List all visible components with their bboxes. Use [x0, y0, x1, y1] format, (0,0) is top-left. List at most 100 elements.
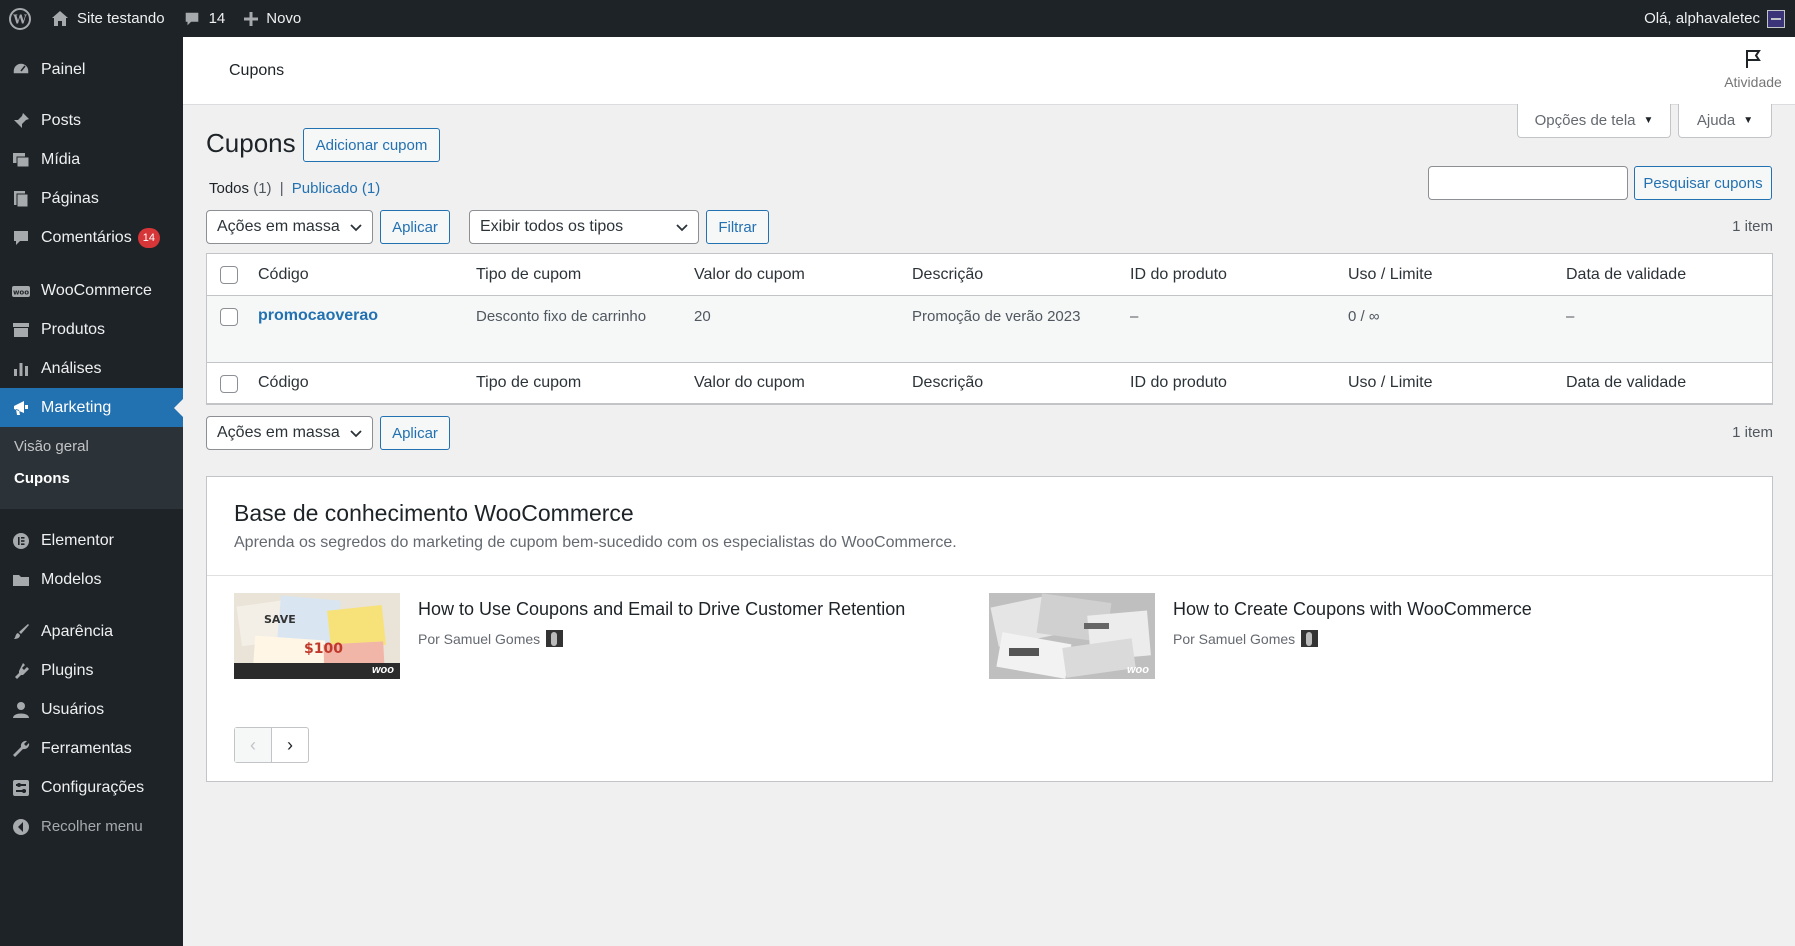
svg-text:SAVE: SAVE — [264, 613, 296, 626]
comment-icon — [185, 12, 198, 25]
help-button[interactable]: Ajuda ▼ — [1678, 104, 1772, 138]
article-thumbnail[interactable]: woo — [989, 593, 1155, 679]
coupon-type: Desconto fixo de carrinho — [476, 308, 647, 325]
select-all-checkbox[interactable] — [220, 266, 238, 284]
column-header-expiry: Data de validade — [1566, 266, 1687, 283]
media-icon — [0, 150, 41, 170]
add-coupon-button[interactable]: Adicionar cupom — [303, 128, 440, 162]
user-icon — [0, 700, 41, 720]
search-input[interactable] — [1428, 166, 1628, 200]
column-footer-product-id: ID do produto — [1130, 374, 1227, 391]
coupon-code-link[interactable]: promocaoverao — [258, 307, 378, 325]
sidebar-item-painel[interactable]: Painel — [0, 50, 183, 89]
author-avatar — [546, 630, 564, 647]
submenu-item-visao-geral[interactable]: Visão geral — [14, 438, 89, 455]
svg-text:$100: $100 — [304, 641, 343, 657]
pager-next-button[interactable]: › — [272, 728, 308, 762]
column-footer-value: Valor do cupom — [694, 374, 805, 391]
screen-options-button[interactable]: Opções de tela ▼ — [1517, 104, 1671, 138]
kb-subtitle: Aprenda os segredos do marketing de cupo… — [234, 534, 957, 551]
filter-button[interactable]: Filtrar — [706, 210, 769, 244]
knowledge-base-panel: Base de conhecimento WooCommerce Aprenda… — [206, 476, 1773, 782]
plugin-icon — [0, 661, 41, 681]
svg-text:W: W — [12, 12, 27, 26]
pager-prev-button[interactable]: ‹ — [235, 728, 272, 762]
column-footer-description: Descrição — [912, 374, 984, 391]
sidebar-item-elementor[interactable]: Elementor — [0, 521, 183, 560]
coupon-expiry: – — [1566, 308, 1575, 325]
sidebar-item-posts[interactable]: Posts — [0, 101, 183, 140]
collapse-menu-button[interactable]: Recolher menu — [0, 807, 183, 846]
article-thumbnail[interactable]: $100 SAVE woo — [234, 593, 400, 679]
column-header-usage: Uso / Limite — [1348, 266, 1433, 283]
chevron-down-icon — [350, 430, 362, 438]
my-account[interactable]: Olá, alphavaletec — [1644, 9, 1795, 28]
submenu-item-cupons[interactable]: Cupons — [14, 470, 70, 487]
megaphone-icon — [0, 398, 41, 418]
apply-button-bottom[interactable]: Aplicar — [380, 416, 450, 450]
new-content-link[interactable]: Novo — [234, 0, 310, 37]
coupon-type-select[interactable]: Exibir todos os tipos — [469, 210, 699, 244]
filter-separator: | — [279, 180, 284, 197]
filter-all[interactable]: Todos — [209, 180, 249, 197]
status-filters: Todos (1) | Publicado (1) — [209, 180, 380, 197]
comments-badge: 14 — [137, 227, 160, 248]
brush-icon — [0, 622, 41, 642]
apply-button-top[interactable]: Aplicar — [380, 210, 450, 244]
dashboard-icon — [0, 60, 41, 80]
activity-button[interactable]: Atividade — [1721, 48, 1785, 90]
filter-published[interactable]: Publicado — [292, 180, 358, 197]
wordpress-logo[interactable]: W — [0, 0, 41, 37]
kb-pager: ‹ › — [234, 727, 309, 763]
article-title[interactable]: How to Create Coupons with WooCommerce — [1173, 599, 1532, 620]
sidebar-item-plugins[interactable]: Plugins — [0, 651, 183, 690]
coupon-description: Promoção de verão 2023 — [912, 308, 1081, 325]
search-coupons-button[interactable]: Pesquisar cupons — [1634, 166, 1772, 200]
column-header-type: Tipo de cupom — [476, 266, 582, 283]
site-name-link[interactable]: Site testando — [41, 0, 174, 37]
page-title: Cupons — [206, 128, 296, 158]
caret-down-icon: ▼ — [1743, 115, 1754, 126]
wrench-icon — [0, 739, 41, 759]
comments-link[interactable]: 14 — [174, 0, 235, 37]
bulk-actions-select-bottom[interactable]: Ações em massa — [206, 416, 373, 450]
flag-icon — [1746, 50, 1761, 68]
plus-icon — [244, 11, 259, 26]
pages-icon — [0, 189, 41, 209]
sidebar-item-midia[interactable]: Mídia — [0, 140, 183, 179]
elementor-icon — [0, 531, 41, 551]
table-footer: Código Tipo de cupom Valor do cupom Desc… — [207, 362, 1772, 404]
divider — [207, 575, 1772, 576]
column-footer-code[interactable]: Código — [258, 374, 309, 392]
woo-icon: woo — [0, 281, 41, 301]
sidebar-item-analises[interactable]: Análises — [0, 349, 183, 388]
pin-icon — [0, 111, 41, 131]
greeting: Olá, alphavaletec — [1644, 10, 1760, 27]
sidebar-item-woocommerce[interactable]: woo WooCommerce — [0, 271, 183, 310]
avatar — [1767, 9, 1785, 28]
sidebar-item-produtos[interactable]: Produtos — [0, 310, 183, 349]
woo-watermark: woo — [1127, 664, 1149, 676]
sidebar-item-paginas[interactable]: Páginas — [0, 179, 183, 218]
sidebar-item-configuracoes[interactable]: Configurações — [0, 768, 183, 807]
row-checkbox[interactable] — [220, 308, 238, 326]
bulk-actions-select-top[interactable]: Ações em massa — [206, 210, 373, 244]
article-author: Por Samuel Gomes — [1173, 630, 1319, 647]
admin-bar: W Site testando 14 Novo Olá, alphavalete… — [0, 0, 1795, 37]
sidebar-item-modelos[interactable]: Modelos — [0, 560, 183, 599]
settings-icon — [0, 778, 41, 798]
collapse-icon — [0, 817, 41, 837]
column-header-code[interactable]: Código — [258, 266, 309, 284]
column-footer-type: Tipo de cupom — [476, 374, 582, 391]
coupon-usage: 0 / ∞ — [1348, 308, 1380, 325]
column-header-product-id: ID do produto — [1130, 266, 1227, 283]
sidebar-item-usuarios[interactable]: Usuários — [0, 690, 183, 729]
sidebar-item-marketing[interactable]: Marketing — [0, 388, 183, 427]
items-count-top: 1 item — [1732, 218, 1773, 235]
article-title[interactable]: How to Use Coupons and Email to Drive Cu… — [418, 599, 905, 620]
sidebar-item-ferramentas[interactable]: Ferramentas — [0, 729, 183, 768]
sidebar-item-comentarios[interactable]: Comentários 14 — [0, 218, 183, 257]
select-all-checkbox-footer[interactable] — [220, 375, 238, 393]
sidebar-item-aparencia[interactable]: Aparência — [0, 612, 183, 651]
article-author: Por Samuel Gomes — [418, 630, 564, 647]
